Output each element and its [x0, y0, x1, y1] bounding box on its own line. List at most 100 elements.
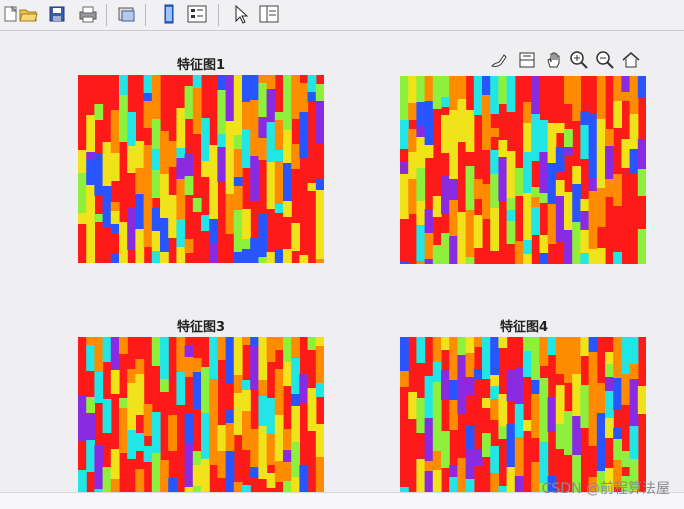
- heatmap-cell: [119, 337, 128, 354]
- heatmap-cell: [465, 353, 475, 377]
- heatmap-cell: [250, 238, 259, 263]
- heatmap-cell: [283, 450, 292, 462]
- heatmap-cell: [151, 170, 161, 198]
- heatmap-cell: [621, 76, 631, 92]
- heatmap-cell: [250, 156, 259, 201]
- legend-icon[interactable]: [186, 3, 208, 25]
- heatmap-cell: [86, 345, 95, 371]
- heatmap-cell: [127, 112, 136, 146]
- heatmap-cell: [621, 337, 631, 374]
- heatmap-cell: [143, 173, 153, 197]
- heatmap-cell: [523, 152, 532, 193]
- heatmap-cell: [209, 243, 218, 263]
- data-tip-icon[interactable]: [516, 48, 538, 72]
- heatmap-cell: [258, 257, 268, 263]
- print-preview-icon[interactable]: [116, 3, 138, 25]
- zoom-out-icon[interactable]: [594, 48, 616, 72]
- heatmap-cell: [449, 110, 458, 135]
- heatmap-cell: [110, 110, 120, 153]
- home-icon[interactable]: [620, 48, 642, 72]
- heatmap-cell: [291, 442, 300, 477]
- heatmap-cell: [307, 183, 317, 191]
- heatmap-cell: [291, 394, 300, 406]
- heatmap-cell: [400, 174, 409, 219]
- feature-map-1: [78, 75, 324, 263]
- heatmap-cell: [432, 245, 442, 264]
- heatmap-cell: [283, 95, 292, 119]
- heatmap-cell: [613, 76, 622, 101]
- heatmap-cell: [143, 145, 153, 173]
- heatmap-cell: [184, 413, 194, 443]
- heatmap-cell: [250, 136, 259, 156]
- heatmap-cell: [580, 211, 590, 230]
- heatmap-cell: [192, 88, 202, 134]
- heatmap-cell: [490, 473, 499, 493]
- open-file-icon[interactable]: [17, 3, 39, 25]
- heatmap-cell: [283, 362, 292, 386]
- heatmap-cell: [588, 337, 598, 352]
- heatmap-cell: [629, 76, 639, 114]
- heatmap-cell: [225, 337, 235, 384]
- heatmap-cell: [596, 413, 606, 429]
- pan-icon[interactable]: [543, 48, 565, 72]
- heatmap-cell: [539, 253, 549, 264]
- heatmap-cell: [258, 75, 268, 83]
- heatmap-cell: [217, 90, 227, 134]
- heatmap-cell: [143, 446, 153, 462]
- heatmap-cell: [119, 398, 128, 408]
- heatmap-cell: [424, 145, 434, 158]
- heatmap-cell: [291, 406, 300, 442]
- heatmap-cell: [605, 179, 614, 197]
- brush-icon[interactable]: [488, 48, 510, 72]
- heatmap-cell: [143, 115, 153, 128]
- heatmap-cell: [482, 337, 491, 379]
- heatmap-cell: [572, 222, 581, 253]
- heatmap-cell: [555, 385, 565, 424]
- pointer-icon[interactable]: [229, 3, 251, 25]
- heatmap-cell: [266, 122, 276, 162]
- heatmap-cell: [233, 252, 243, 263]
- heatmap-cell: [555, 196, 565, 242]
- print-icon[interactable]: [77, 3, 99, 25]
- heatmap-cell: [506, 370, 516, 401]
- heatmap-cell: [555, 337, 565, 374]
- zoom-in-icon[interactable]: [568, 48, 590, 72]
- property-editor-icon[interactable]: [258, 3, 280, 25]
- heatmap-cell: [209, 145, 218, 164]
- heatmap-cell: [102, 186, 112, 228]
- heatmap-cell: [86, 224, 95, 243]
- heatmap-cell: [258, 83, 268, 117]
- heatmap-cell: [465, 166, 475, 210]
- heatmap-cell: [564, 230, 573, 260]
- heatmap-cell: [416, 126, 426, 137]
- heatmap-cell: [299, 83, 309, 95]
- heatmap-cell: [225, 451, 235, 493]
- heatmap-cell: [564, 76, 573, 104]
- heatmap-cell: [225, 410, 235, 423]
- heatmap-cell: [78, 150, 87, 173]
- heatmap-cell: [408, 392, 417, 419]
- save-icon[interactable]: [46, 3, 68, 25]
- heatmap-cell: [465, 426, 475, 449]
- heatmap-cell: [266, 337, 276, 362]
- heatmap-cell: [266, 162, 276, 209]
- heatmap-cell: [86, 243, 95, 263]
- heatmap-cell: [283, 75, 292, 95]
- heatmap-cell: [135, 359, 145, 374]
- heatmap-cell: [432, 196, 442, 217]
- heatmap-cell: [258, 470, 268, 479]
- colorbar-icon[interactable]: [158, 3, 180, 25]
- heatmap-cell: [233, 375, 243, 393]
- heatmap-cell: [258, 426, 268, 470]
- heatmap-cell: [408, 129, 417, 152]
- heatmap-cell: [225, 121, 235, 154]
- heatmap-cell: [580, 125, 590, 159]
- heatmap-cell: [242, 337, 251, 345]
- feature-map-2: [400, 76, 646, 264]
- heatmap-cell: [209, 421, 218, 465]
- heatmap-cell: [119, 222, 128, 263]
- heatmap-cell: [637, 169, 646, 196]
- heatmap-cell: [408, 103, 417, 120]
- heatmap-cell: [539, 235, 549, 253]
- heatmap-cell: [110, 202, 120, 211]
